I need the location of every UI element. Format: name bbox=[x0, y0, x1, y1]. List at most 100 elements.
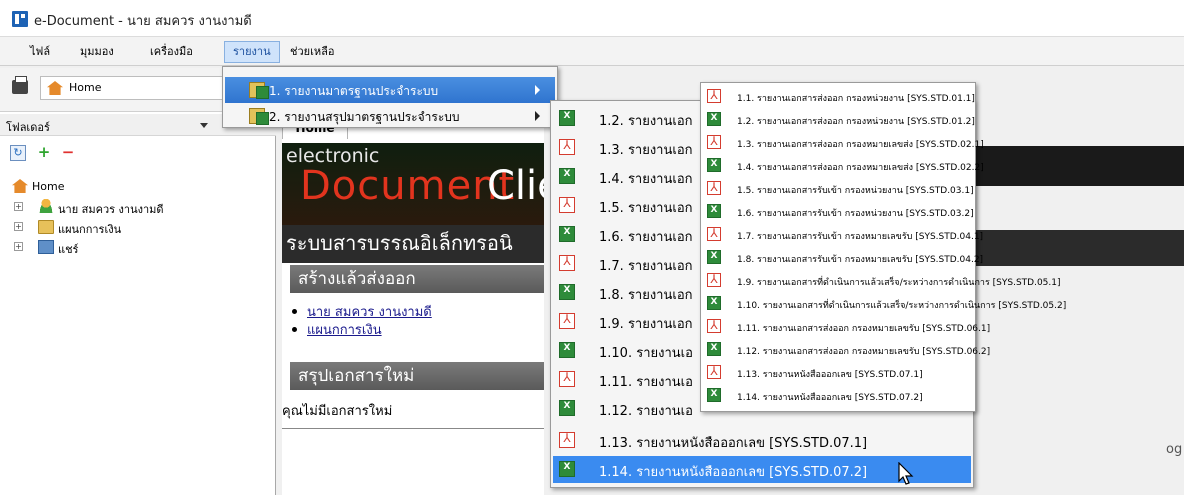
window-title: e-Document - นาย สมควร งานงามดี bbox=[34, 14, 252, 29]
excel-icon bbox=[559, 284, 575, 300]
expand-icon[interactable]: + bbox=[14, 222, 23, 231]
report-menu-summary[interactable]: 2. รายงานสรุปมาตรฐานประจำระบบ bbox=[225, 103, 555, 129]
excel-icon bbox=[707, 388, 721, 402]
excel-icon bbox=[559, 342, 575, 358]
banner: electronic Document Clie bbox=[282, 143, 544, 225]
excel-icon bbox=[559, 226, 575, 242]
left-pane: Home โฟลเดอร์ ↻ + − Home + นาย สมควร งาน… bbox=[0, 68, 276, 495]
submenu-arrow-icon bbox=[535, 111, 540, 121]
report-item-label: 1.7. รายงานเอกสารรับเข้า กรองหมายเลขรับ … bbox=[737, 232, 984, 242]
remove-icon[interactable]: − bbox=[60, 145, 76, 161]
banner-right-part bbox=[976, 146, 1184, 186]
report-item-label: 1.14. รายงานหนังสือออกเลข [SYS.STD.07.2] bbox=[599, 465, 868, 480]
report-item-label: 1.5. รายงานเอก bbox=[599, 201, 693, 216]
report-item-label: 1.12. รายงานเอ bbox=[599, 404, 693, 419]
tree-toolbar: ↻ + − bbox=[0, 140, 276, 166]
report-item-label: 1.7. รายงานเอก bbox=[599, 259, 693, 274]
report-item-1-6[interactable]: 1.6. รายงานเอกสารรับเข้า กรองหน่วยงาน [S… bbox=[703, 201, 974, 224]
address-label: Home bbox=[69, 81, 102, 94]
sent-link-finance[interactable]: แผนกการเงิน bbox=[290, 319, 382, 340]
excel-icon bbox=[559, 400, 575, 416]
divider bbox=[282, 428, 544, 429]
report-item-1-11[interactable]: 1.11. รายงานเอกสารส่งออก กรองหมายเลขรับ … bbox=[703, 316, 990, 339]
tree-item-label: แผนกการเงิน bbox=[58, 223, 122, 236]
pdf-icon bbox=[707, 364, 721, 379]
folder-icon bbox=[38, 220, 54, 234]
report-item-label: 1.9. รายงานเอกสารที่ดำเนินการแล้วเสร็จ/ร… bbox=[737, 278, 1061, 288]
sent-link-label[interactable]: แผนกการเงิน bbox=[307, 323, 382, 338]
report-item-1-2[interactable]: 1.2. รายงานเอกสารส่งออก กรองหน่วยงาน [SY… bbox=[703, 109, 975, 132]
excel-icon bbox=[559, 110, 575, 126]
pdf-icon bbox=[559, 312, 575, 329]
pdf-icon bbox=[707, 88, 721, 103]
report-item-1-9[interactable]: 1.9. รายงานเอกสารที่ดำเนินการแล้วเสร็จ/ร… bbox=[703, 270, 1061, 293]
excel-icon bbox=[559, 168, 575, 184]
report-item-1-14[interactable]: 1.14. รายงานหนังสือออกเลข [SYS.STD.07.2] bbox=[703, 385, 973, 408]
excel-icon bbox=[707, 250, 721, 264]
bullet bbox=[292, 309, 297, 314]
excel-icon bbox=[707, 204, 721, 218]
sent-link-label[interactable]: นาย สมควร งานงามดี bbox=[307, 305, 432, 320]
report-item-label: 1.10. รายงานเอ bbox=[599, 346, 693, 361]
report-item-label: 1.6. รายงานเอกสารรับเข้า กรองหน่วยงาน [S… bbox=[737, 209, 974, 219]
menu-file[interactable]: ไฟล์ bbox=[22, 41, 58, 63]
home-icon bbox=[47, 81, 63, 95]
report-item-1-5[interactable]: 1.5. รายงานเอกสารรับเข้า กรองหน่วยงาน [S… bbox=[703, 178, 974, 201]
no-new-docs-text: คุณไม่มีเอกสารใหม่ bbox=[282, 404, 393, 419]
pdf-icon bbox=[559, 254, 575, 271]
new-docs-section-header: สรุปเอกสารใหม่ bbox=[290, 362, 544, 390]
pdf-icon bbox=[707, 134, 721, 149]
standard-report-submenu: 1.1. รายงานเอกสารส่งออก กรองหน่วยงาน [SY… bbox=[700, 82, 1066, 412]
report-item-label: 1.2. รายงานเอก bbox=[599, 114, 693, 129]
report-item-1-1[interactable]: 1.1. รายงานเอกสารส่งออก กรองหน่วยงาน [SY… bbox=[703, 86, 975, 109]
report-menu-label: 2. รายงานสรุปมาตรฐานประจำระบบ bbox=[269, 110, 460, 124]
report-icon bbox=[249, 108, 269, 125]
report-item-1-8[interactable]: 1.8. รายงานเอกสารรับเข้า กรองหมายเลขรับ … bbox=[703, 247, 983, 270]
report-item-1-3[interactable]: 1.3. รายงานเอกสารส่งออก กรองหมายเลขส่ง [… bbox=[703, 132, 984, 155]
excel-icon bbox=[559, 461, 575, 477]
pdf-icon bbox=[559, 196, 575, 213]
refresh-icon[interactable]: ↻ bbox=[10, 145, 26, 161]
report-menu-standard[interactable]: 1. รายงานมาตรฐานประจำระบบ bbox=[225, 77, 555, 103]
banner-client: Clie bbox=[487, 163, 544, 209]
print-icon[interactable] bbox=[12, 76, 28, 94]
excel-icon bbox=[707, 158, 721, 172]
sent-section-header: สร้างแล้วส่งออก bbox=[290, 265, 544, 293]
report-menu-label: 1. รายงานมาตรฐานประจำระบบ bbox=[269, 84, 439, 98]
title-bar: e-Document - นาย สมควร งานงามดี bbox=[0, 0, 1184, 36]
report-icon bbox=[249, 82, 269, 99]
report-item-1-12[interactable]: 1.12. รายงานเอกสารส่งออก กรองหมายเลขรับ … bbox=[703, 339, 990, 362]
bullet bbox=[292, 327, 297, 332]
expand-icon[interactable]: + bbox=[14, 242, 23, 251]
home-icon bbox=[12, 179, 28, 193]
report-item-1-4[interactable]: 1.4. รายงานเอกสารส่งออก กรองหมายเลขส่ง [… bbox=[703, 155, 984, 178]
report-item-1-13[interactable]: 1.13. รายงานหนังสือออกเลข [SYS.STD.07.1] bbox=[553, 427, 971, 454]
menu-report[interactable]: รายงาน bbox=[224, 41, 280, 63]
menu-view[interactable]: มุมมอง bbox=[72, 41, 122, 63]
tree-item-label: แชร์ bbox=[58, 243, 79, 256]
excel-icon bbox=[707, 112, 721, 126]
report-item-label: 1.14. รายงานหนังสือออกเลข [SYS.STD.07.2] bbox=[737, 393, 923, 403]
expand-icon[interactable]: + bbox=[14, 202, 23, 211]
user-icon bbox=[38, 199, 54, 213]
report-item-label: 1.12. รายงานเอกสารส่งออก กรองหมายเลขรับ … bbox=[737, 347, 991, 357]
menu-bar: ไฟล์ มุมมอง เครื่องมือ รายงาน ช่วยเหลือ bbox=[0, 36, 1184, 66]
report-item-label: 1.11. รายงานเอกสารส่งออก กรองหมายเลขรับ … bbox=[737, 324, 991, 334]
report-menu: 1. รายงานมาตรฐานประจำระบบ 2. รายงานสรุปม… bbox=[222, 66, 558, 128]
system-title: ระบบสารบรรณอิเล็กทรอนิ bbox=[282, 225, 544, 263]
report-item-label: 1.10. รายงานเอกสารที่ดำเนินการแล้วเสร็จ/… bbox=[737, 301, 1067, 311]
report-item-1-10[interactable]: 1.10. รายงานเอกสารที่ดำเนินการแล้วเสร็จ/… bbox=[703, 293, 1066, 316]
excel-icon bbox=[707, 296, 721, 310]
chevron-down-icon[interactable] bbox=[200, 123, 208, 128]
report-item-label: 1.1. รายงานเอกสารส่งออก กรองหน่วยงาน [SY… bbox=[737, 94, 975, 104]
add-icon[interactable]: + bbox=[36, 145, 52, 161]
folder-panel-title: โฟลเดอร์ bbox=[6, 121, 50, 134]
menu-tools[interactable]: เครื่องมือ bbox=[142, 41, 201, 63]
menu-help[interactable]: ช่วยเหลือ bbox=[282, 41, 342, 63]
report-item-label: 1.13. รายงานหนังสือออกเลข [SYS.STD.07.1] bbox=[737, 370, 923, 380]
report-item-1-7[interactable]: 1.7. รายงานเอกสารรับเข้า กรองหมายเลขรับ … bbox=[703, 224, 983, 247]
report-item-label: 1.2. รายงานเอกสารส่งออก กรองหน่วยงาน [SY… bbox=[737, 117, 975, 127]
report-item-1-13[interactable]: 1.13. รายงานหนังสือออกเลข [SYS.STD.07.1] bbox=[703, 362, 973, 385]
pdf-icon bbox=[559, 370, 575, 387]
banner-document: Document bbox=[300, 163, 516, 209]
